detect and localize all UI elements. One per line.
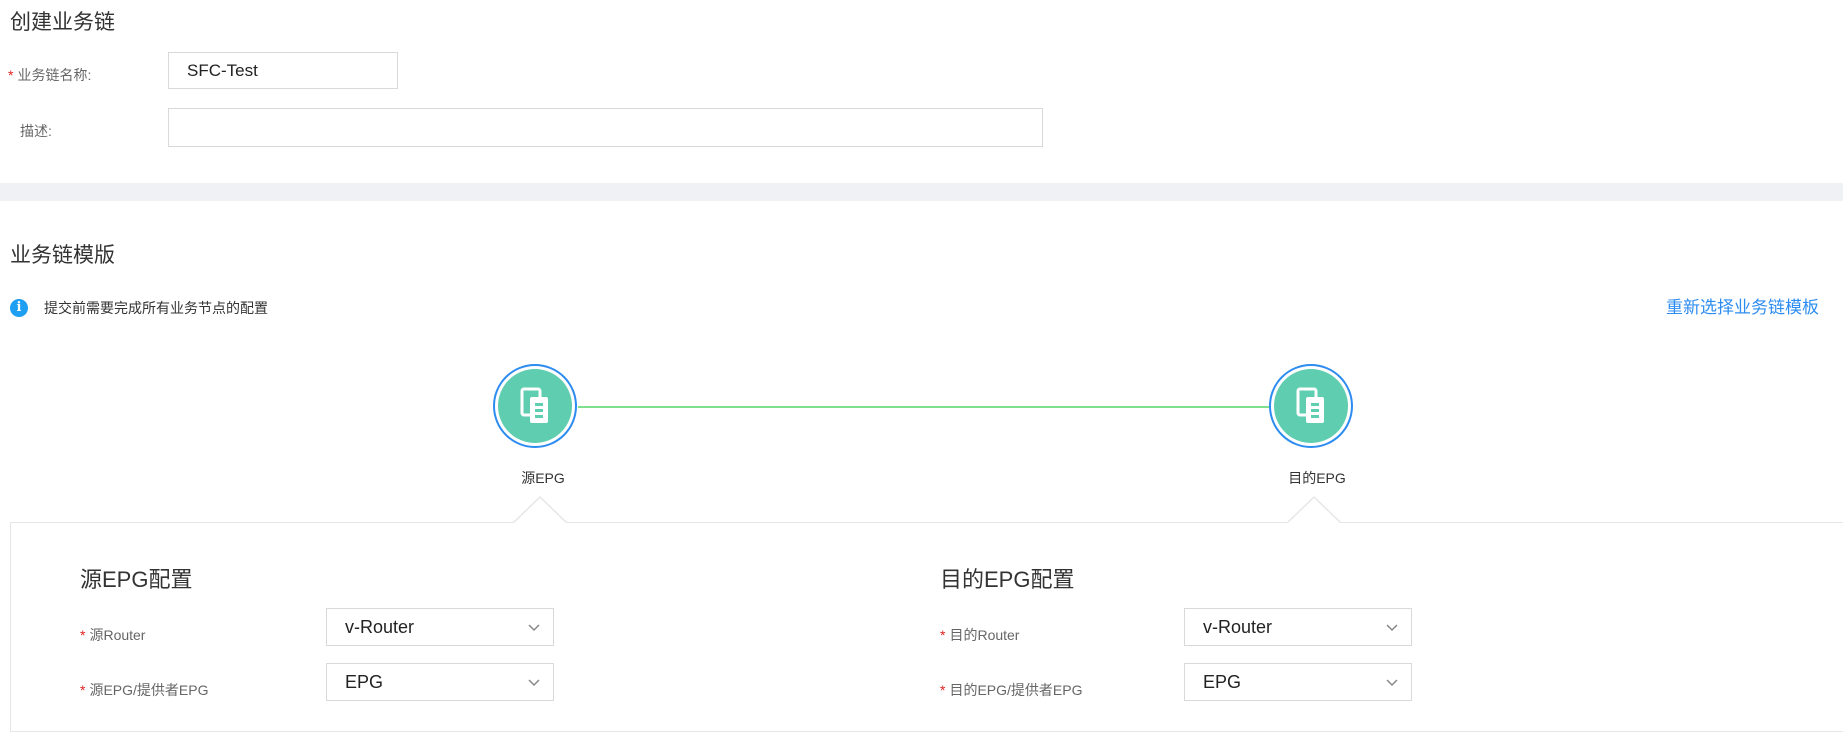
config-panel	[10, 522, 1843, 732]
section-divider	[0, 183, 1843, 201]
dest-config-title: 目的EPG配置	[940, 567, 1075, 592]
source-epg-field-label: * 源EPG/提供者EPG	[80, 682, 209, 698]
source-router-select[interactable]: v-Router	[326, 608, 554, 646]
dest-epg-select[interactable]: EPG	[1184, 663, 1412, 701]
chain-name-value: SFC-Test	[187, 60, 258, 80]
description-label: 描述:	[20, 123, 52, 139]
required-mark: *	[940, 682, 946, 698]
chevron-down-icon	[1386, 624, 1398, 632]
dest-epg-label: 目的EPG	[1288, 470, 1346, 486]
dest-router-label: * 目的Router	[940, 627, 1020, 643]
notice-text: 提交前需要完成所有业务节点的配置	[44, 300, 268, 316]
server-icon	[520, 387, 548, 423]
required-mark: *	[80, 627, 86, 643]
source-config-title: 源EPG配置	[80, 567, 193, 592]
chain-name-input[interactable]: SFC-Test	[168, 52, 398, 89]
chain-link-line	[578, 406, 1271, 408]
dest-epg-node[interactable]	[1269, 364, 1353, 448]
name-label: * 业务链名称:	[8, 67, 92, 83]
dest-epg-field-label: * 目的EPG/提供者EPG	[940, 682, 1083, 698]
description-input[interactable]	[168, 108, 1043, 147]
server-icon	[1296, 387, 1324, 423]
source-router-label: * 源Router	[80, 627, 146, 643]
chevron-down-icon	[528, 679, 540, 687]
chevron-down-icon	[528, 624, 540, 632]
required-mark: *	[940, 627, 946, 643]
page-title: 创建业务链	[10, 11, 115, 34]
chevron-down-icon	[1386, 679, 1398, 687]
source-epg-select[interactable]: EPG	[326, 663, 554, 701]
info-icon: i	[10, 299, 28, 317]
template-title: 业务链模版	[10, 244, 115, 267]
required-mark: *	[8, 67, 14, 83]
source-epg-node[interactable]	[493, 364, 577, 448]
required-mark: *	[80, 682, 86, 698]
dest-router-select[interactable]: v-Router	[1184, 608, 1412, 646]
notice-row: i 提交前需要完成所有业务节点的配置	[10, 298, 268, 318]
source-epg-label: 源EPG	[521, 470, 565, 486]
reselect-template-link[interactable]: 重新选择业务链模板	[1666, 293, 1819, 318]
